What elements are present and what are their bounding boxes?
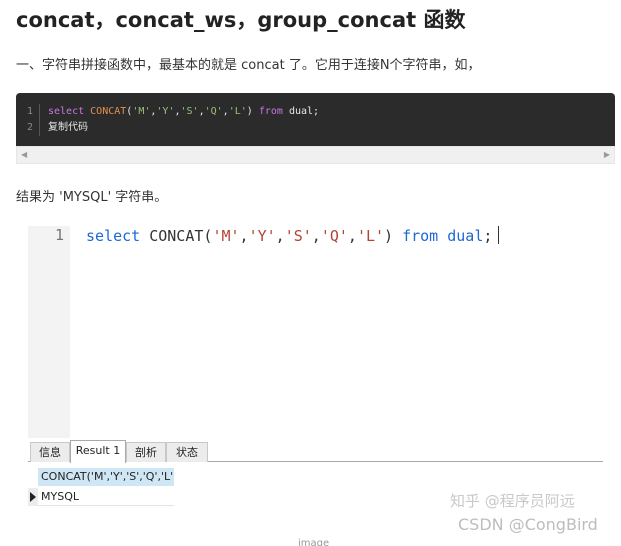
image-caption: image bbox=[298, 538, 330, 546]
sql-string: 'M' bbox=[212, 227, 240, 245]
code-block: 1 select CONCAT('M','Y','S','Q','L') from… bbox=[16, 93, 615, 164]
code-line-1: 1 select CONCAT('M','Y','S','Q','L') from… bbox=[16, 104, 319, 120]
result-grid: CONCAT('M','Y','S','Q','L') MYSQL bbox=[28, 464, 178, 508]
sql-keyword-from: from bbox=[402, 227, 439, 245]
code-keyword-from: from bbox=[258, 106, 283, 117]
code-string: 'Q' bbox=[204, 106, 223, 117]
tab-info[interactable]: 信息 bbox=[30, 442, 70, 462]
code-string: 'L' bbox=[228, 106, 247, 117]
tab-profile[interactable]: 剖析 bbox=[126, 442, 166, 462]
text-cursor bbox=[498, 226, 500, 244]
watermark-zhihu: 知乎 @程序员阿远 bbox=[450, 492, 575, 510]
sql-function-concat: CONCAT bbox=[149, 227, 204, 245]
code-keyword-select: select bbox=[48, 106, 85, 117]
editor-gutter: 1 bbox=[28, 226, 70, 438]
intro-paragraph: 一、字符串拼接函数中，最基本的就是 concat 了。它用于连接N个字符串，如， bbox=[16, 58, 481, 73]
current-row-icon bbox=[30, 492, 36, 502]
result-tabs: 信息 Result 1 剖析 状态 bbox=[28, 438, 603, 463]
code-table: dual; bbox=[288, 106, 320, 117]
sql-keyword-select: select bbox=[86, 227, 141, 245]
result-description: 结果为 'MYSQL' 字符串。 bbox=[16, 190, 168, 205]
scroll-right-icon[interactable]: ▶ bbox=[604, 150, 610, 159]
scroll-left-icon[interactable]: ◀ bbox=[21, 150, 27, 159]
code-function-concat: CONCAT bbox=[90, 106, 127, 117]
code-block-body: 1 select CONCAT('M','Y','S','Q','L') from… bbox=[16, 93, 615, 146]
sql-statement[interactable]: select CONCAT('M','Y','S','Q','L') from … bbox=[86, 226, 500, 245]
code-string: 'Y' bbox=[156, 106, 175, 117]
code-string: 'S' bbox=[180, 106, 199, 117]
article-heading: concat，concat_ws，group_concat 函数 bbox=[16, 8, 466, 32]
row-indicator[interactable] bbox=[28, 488, 38, 506]
code-line-number: 2 bbox=[16, 120, 40, 136]
sql-string: 'S' bbox=[284, 227, 312, 245]
sql-string: 'Y' bbox=[248, 227, 276, 245]
sql-string: 'L' bbox=[356, 227, 385, 245]
sql-editor[interactable]: 1 select CONCAT('M','Y','S','Q','L') fro… bbox=[28, 226, 603, 438]
grid-cell[interactable]: MYSQL bbox=[38, 488, 174, 506]
code-line-number: 1 bbox=[16, 104, 40, 120]
sql-string: 'Q' bbox=[320, 227, 348, 245]
copy-code-link[interactable]: 复制代码 bbox=[48, 122, 88, 133]
code-line-2: 2 复制代码 bbox=[16, 120, 88, 136]
tab-status[interactable]: 状态 bbox=[166, 442, 208, 462]
grid-column-header[interactable]: CONCAT('M','Y','S','Q','L') bbox=[38, 468, 174, 486]
sql-table: dual bbox=[447, 227, 484, 245]
code-string: 'M' bbox=[132, 106, 151, 117]
watermark-csdn: CSDN @CongBird bbox=[458, 515, 598, 534]
code-horizontal-scrollbar[interactable]: ◀ ▶ bbox=[16, 146, 615, 164]
tab-result-1[interactable]: Result 1 bbox=[70, 440, 126, 463]
editor-line-number: 1 bbox=[54, 226, 64, 244]
